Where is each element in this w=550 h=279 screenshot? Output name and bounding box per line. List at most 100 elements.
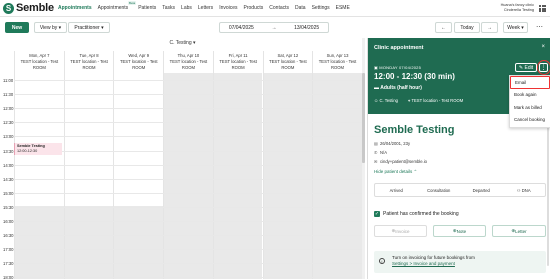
week-view-dropdown[interactable]: Week ▾	[503, 22, 528, 33]
day-header: Wed, Apr 9 TEST location - Test ROOM	[114, 51, 163, 73]
hour-gridline	[14, 263, 362, 265]
appointment-event[interactable]: Semble Testing 12:00-12:30	[14, 143, 62, 155]
hour-gridline	[14, 108, 362, 110]
date-to: 13/04/2025	[294, 24, 320, 31]
pencil-icon: ✎	[518, 64, 524, 71]
menu-item-book-again[interactable]: Book again	[510, 89, 550, 102]
hour-gridline	[14, 94, 362, 96]
day-header: Sun, Apr 13 TEST location - Test ROOM	[313, 51, 362, 73]
invoice-button[interactable]: ⊕ Invoice	[374, 225, 427, 237]
menu-item-mark-billed[interactable]: Mark as billed	[510, 101, 550, 114]
day-room: ROOM	[82, 65, 96, 70]
unavailable-slot	[64, 206, 114, 279]
event-title: Semble Testing	[17, 144, 45, 148]
panel-scrollbar[interactable]	[547, 116, 549, 266]
nav-labs[interactable]: Labs	[181, 5, 192, 11]
nav-invoices[interactable]: Invoices	[219, 5, 237, 11]
appointment-service: ▬ Adults (half hour)	[374, 85, 422, 91]
practitioner-dropdown[interactable]: Practitioner ▾	[68, 22, 110, 33]
day-room: ROOM	[231, 65, 245, 70]
day-body[interactable]	[15, 73, 64, 279]
status-departed[interactable]: Departed	[460, 188, 503, 193]
note-button[interactable]: ⊕ Note	[433, 225, 486, 237]
time-label: 14:30	[3, 176, 14, 182]
hour-gridline	[14, 249, 362, 251]
nav-appointments-beta[interactable]: Appointments Beta	[98, 1, 137, 11]
patient-phone: ✆ N/A	[374, 150, 387, 155]
day-body[interactable]	[213, 73, 263, 279]
day-room: ROOM	[132, 65, 146, 70]
hour-gridline	[14, 136, 362, 138]
week-calendar: C. Testing ▾ Mon, Apr 7 TEST location - T…	[0, 38, 365, 279]
hour-gridline	[14, 221, 362, 222]
close-icon[interactable]: ×	[541, 44, 545, 50]
view-by-dropdown[interactable]: View by ▾	[34, 22, 67, 33]
nav-settings[interactable]: Settings	[312, 5, 330, 11]
nav-letters[interactable]: Letters	[198, 5, 213, 11]
status-arrived[interactable]: Arrived	[375, 188, 418, 193]
date-range-picker[interactable]: 07/04/2025 → 13/04/2025	[219, 22, 329, 33]
time-label: 12:30	[3, 120, 14, 126]
nav-tasks[interactable]: Tasks	[162, 5, 175, 11]
logo-text: Semble	[16, 2, 54, 14]
beta-badge: Beta	[128, 1, 137, 5]
confirmed-checkbox[interactable]: ✓	[374, 211, 380, 217]
hour-gridline	[14, 80, 362, 81]
time-label: 16:00	[3, 219, 14, 224]
patient-name[interactable]: Semble Testing	[374, 124, 454, 136]
status-consultation[interactable]: Consultation	[418, 188, 461, 193]
menu-item-cancel-booking[interactable]: Cancel booking	[510, 114, 550, 127]
invoice-settings-link[interactable]: Settings > Invoice and payment	[392, 261, 542, 267]
letter-button[interactable]: ⊕ Letter	[492, 225, 546, 237]
hour-gridline	[14, 122, 362, 124]
time-label: 17:30	[3, 261, 14, 267]
nav-appointments[interactable]: Appointments	[58, 5, 92, 11]
edit-button[interactable]: ✎ Edit	[515, 63, 537, 72]
confirmed-checkbox-row[interactable]: ✓ Patient has confirmed the booking	[374, 211, 459, 217]
time-label: 13:30	[3, 148, 14, 154]
nav-esme[interactable]: ESME	[336, 5, 350, 11]
nav-products[interactable]: Products	[244, 5, 264, 11]
time-label: 13:00	[3, 134, 14, 140]
hide-patient-details-link[interactable]: Hide patient details ⌃	[374, 169, 417, 175]
hour-gridline	[14, 178, 362, 180]
day-body[interactable]	[114, 73, 164, 279]
day-body[interactable]	[64, 73, 114, 279]
nav-data[interactable]: Data	[295, 5, 306, 11]
date-from: 07/04/2025	[228, 24, 254, 31]
time-label: 11:30	[3, 92, 14, 98]
semble-logo[interactable]: S Semble	[3, 2, 58, 14]
prev-week-button[interactable]: ←	[435, 22, 452, 33]
appointment-panel: Clinic appointment × ▣ MONDAY 07/04/2025…	[367, 38, 550, 279]
apps-grid-icon[interactable]	[539, 5, 546, 12]
today-button[interactable]: Today	[454, 22, 480, 33]
day-room: ROOM	[331, 65, 345, 70]
new-button[interactable]: New	[5, 22, 29, 33]
more-options-icon[interactable]: ⋯	[536, 23, 543, 31]
time-label: 16:30	[3, 233, 14, 239]
appointment-practitioner: ☺ C. Testing	[374, 98, 398, 103]
next-week-button[interactable]: →	[481, 22, 498, 33]
calendar-scrollbar[interactable]	[362, 38, 365, 279]
hour-gridline	[14, 192, 362, 194]
status-dna[interactable]: ⚇ DNA	[503, 188, 546, 193]
date-arrow-icon: →	[271, 24, 277, 31]
time-label: 14:00	[3, 162, 14, 168]
nav-patients[interactable]: Patients	[138, 5, 156, 11]
status-selector: Arrived Consultation Departed ⚇ DNA	[374, 183, 546, 197]
day-header: Tue, Apr 8 TEST location - Test ROOM	[65, 51, 114, 73]
day-body[interactable]	[263, 73, 313, 279]
nav-contacts[interactable]: Contacts	[269, 5, 289, 11]
practitioner-title[interactable]: C. Testing ▾	[0, 40, 365, 46]
day-body[interactable]	[313, 73, 362, 279]
hour-gridline	[14, 277, 362, 279]
menu-item-email[interactable]: Email	[510, 76, 550, 89]
day-body[interactable]	[164, 73, 213, 279]
hour-gridline	[14, 235, 362, 237]
appointment-date: ▣ MONDAY 07/04/2025	[374, 65, 422, 70]
org-switcher[interactable]: Huana's fancy clinic Cinderella Testing	[501, 3, 534, 13]
panel-title: Clinic appointment	[374, 45, 424, 51]
highlight-ring	[537, 60, 550, 75]
appointment-time: 12:00 - 12:30 (30 min)	[374, 72, 455, 81]
day-header: Fri, Apr 11 TEST location - Test ROOM	[214, 51, 263, 73]
